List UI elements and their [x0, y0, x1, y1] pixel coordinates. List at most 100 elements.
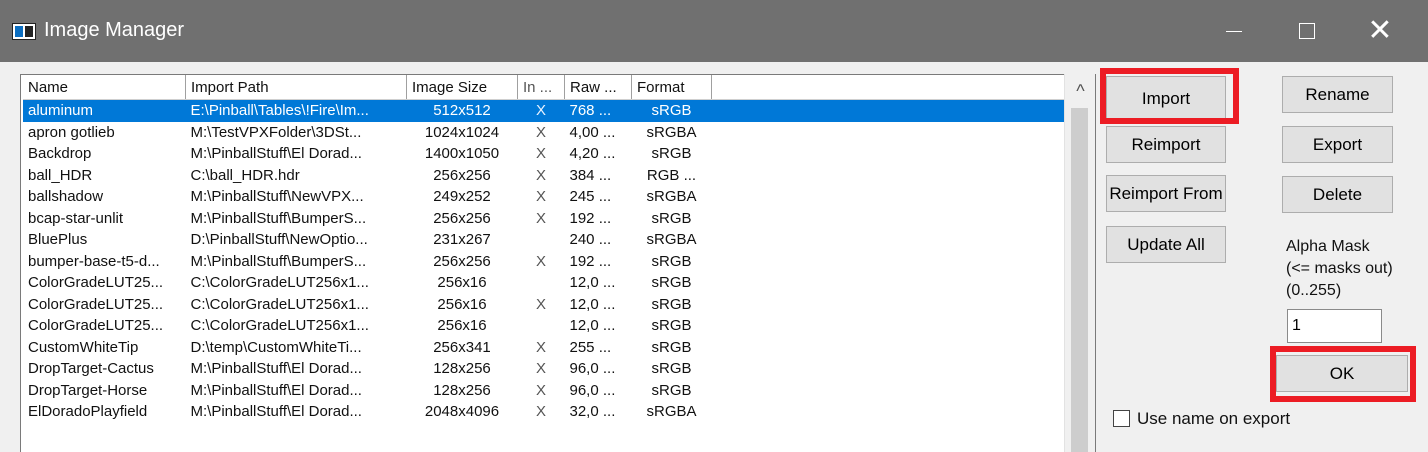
cell-image-size: 512x512 [406, 99, 518, 122]
scroll-thumb[interactable] [1071, 108, 1088, 452]
cell-format: sRGB [651, 317, 692, 335]
cell-image-size: 128x256 [433, 381, 491, 399]
rename-button[interactable]: Rename [1282, 76, 1393, 113]
cell-empty [712, 358, 1073, 380]
table-row[interactable]: apron gotlieb M:\TestVPXFolder\3DSt... 102… [23, 122, 1072, 144]
column-header-import-path[interactable]: Import Path [185, 75, 407, 100]
close-button[interactable]: ✕ [1344, 0, 1416, 62]
update-all-button[interactable]: Update All [1106, 226, 1226, 263]
cell-import-path: C:\ball_HDR.hdr [190, 166, 300, 184]
cell-in: X [517, 99, 565, 122]
cell-raw: 192 ... [569, 209, 612, 227]
cell-name: ColorGradeLUT25... [28, 295, 164, 313]
cell-import-path: M:\PinballStuff\El Dorad... [190, 145, 362, 163]
window-title: Image Manager [44, 19, 185, 41]
app-icon [12, 23, 36, 40]
table-row[interactable]: ColorGradeLUT25... C:\ColorGradeLUT256x1.… [23, 294, 1072, 316]
minimize-icon [1226, 31, 1242, 32]
export-button[interactable]: Export [1282, 126, 1393, 163]
table-row[interactable]: Backdrop M:\PinballStuff\El Dorad... 1400x… [23, 143, 1072, 165]
table-row[interactable]: BluePlus D:\PinballStuff\NewOptio... 231x2… [23, 229, 1072, 251]
list-scrollbar[interactable]: ^ [1064, 74, 1095, 452]
delete-button[interactable]: Delete [1282, 176, 1393, 213]
cell-empty [712, 186, 1073, 208]
alpha-mask-hint: (<= masks out) [1286, 260, 1393, 277]
column-header-name[interactable]: Name [23, 75, 186, 100]
cell-import-path: C:\ColorGradeLUT256x1... [190, 274, 369, 292]
table-row[interactable]: DropTarget-Horse M:\PinballStuff\El Dorad… [23, 380, 1072, 402]
table-row[interactable]: bumper-base-t5-d... M:\PinballStuff\Bumpe… [23, 251, 1072, 273]
cell-format: sRGB [651, 381, 692, 399]
cell-in: X [535, 188, 546, 206]
cell-name: bumper-base-t5-d... [28, 252, 160, 270]
maximize-button[interactable] [1271, 0, 1343, 62]
cell-name: aluminum [23, 99, 186, 122]
cell-format: sRGB [651, 145, 692, 163]
table-row[interactable]: ElDoradoPlayfield M:\PinballStuff\El Dora… [23, 401, 1072, 423]
cell-in: X [535, 123, 546, 141]
column-header-in[interactable]: In ... [517, 75, 565, 100]
scroll-up-icon[interactable]: ^ [1065, 74, 1096, 108]
cell-raw: 96,0 ... [569, 360, 616, 378]
cell-name: BluePlus [28, 231, 88, 249]
use-name-on-export-label[interactable]: Use name on export [1137, 408, 1290, 430]
cell-format: sRGB [631, 99, 712, 122]
cell-in: X [535, 166, 546, 184]
table-row[interactable]: ColorGradeLUT25... C:\ColorGradeLUT256x1.… [23, 315, 1072, 337]
image-list[interactable]: Name Import Path Image Size In ... Raw .… [20, 74, 1096, 452]
table-row[interactable]: bcap-star-unlit M:\PinballStuff\BumperS..… [23, 208, 1072, 230]
cell-format: sRGB [651, 252, 692, 270]
use-name-checkbox-icon[interactable] [1113, 410, 1130, 427]
cell-raw: 240 ... [569, 231, 612, 249]
column-header-format[interactable]: Format [631, 75, 712, 100]
cell-raw: 12,0 ... [569, 317, 616, 335]
cell-empty [712, 251, 1073, 273]
table-row[interactable]: ColorGradeLUT25... C:\ColorGradeLUT256x1.… [23, 272, 1072, 294]
cell-raw: 4,20 ... [569, 145, 616, 163]
cell-import-path: M:\PinballStuff\BumperS... [190, 209, 367, 227]
table-row[interactable]: aluminum E:\Pinball\Tables\!Fire\Im... 512… [23, 99, 1072, 122]
cell-image-size: 256x16 [437, 274, 487, 292]
minimize-button[interactable] [1198, 0, 1270, 62]
cell-in: X [535, 295, 546, 313]
cell-raw: 192 ... [569, 252, 612, 270]
cell-import-path: D:\PinballStuff\NewOptio... [190, 231, 368, 249]
reimport-from-button[interactable]: Reimport From [1106, 175, 1226, 212]
cell-name: ColorGradeLUT25... [28, 274, 164, 292]
cell-image-size: 256x16 [437, 295, 487, 313]
reimport-button[interactable]: Reimport [1106, 126, 1226, 163]
cell-empty [712, 337, 1073, 359]
column-header-raw[interactable]: Raw ... [564, 75, 632, 100]
alpha-mask-label: Alpha Mask [1286, 238, 1370, 255]
cell-image-size: 2048x4096 [424, 403, 500, 421]
cell-import-path: M:\PinballStuff\BumperS... [190, 252, 367, 270]
cell-in: X [535, 403, 546, 421]
cell-name: apron gotlieb [28, 123, 115, 141]
table-row[interactable]: ballshadow M:\PinballStuff\NewVPX... 249x2… [23, 186, 1072, 208]
maximize-icon [1299, 23, 1315, 39]
cell-image-size: 1400x1050 [424, 145, 500, 163]
cell-empty [712, 380, 1073, 402]
cell-name: CustomWhiteTip [28, 338, 139, 356]
cell-in: X [535, 252, 546, 270]
cell-in [518, 229, 565, 251]
alpha-mask-input[interactable]: 1 [1287, 309, 1382, 343]
cell-empty [712, 315, 1073, 337]
table-row[interactable]: CustomWhiteTip D:\temp\CustomWhiteTi... 25… [23, 337, 1072, 359]
cell-raw: 12,0 ... [569, 295, 616, 313]
table-row[interactable]: DropTarget-Cactus M:\PinballStuff\El Dora… [23, 358, 1072, 380]
cell-raw: 96,0 ... [569, 381, 616, 399]
cell-name: Backdrop [28, 145, 92, 163]
alpha-mask-range: (0..255) [1286, 282, 1342, 299]
cell-format: sRGBA [646, 123, 697, 141]
title-bar[interactable]: Image Manager ✕ [0, 0, 1428, 62]
table-row[interactable]: ball_HDR C:\ball_HDR.hdr 256x256 X 384 ... RG… [23, 165, 1072, 187]
cell-import-path: C:\ColorGradeLUT256x1... [190, 295, 369, 313]
cell-import-path: M:\PinballStuff\El Dorad... [190, 381, 362, 399]
cell-empty [712, 143, 1073, 165]
cell-raw: 245 ... [569, 188, 612, 206]
list-header: Name Import Path Image Size In ... Raw .… [23, 75, 1072, 100]
cell-import-path: E:\Pinball\Tables\!Fire\Im... [185, 99, 407, 122]
cell-raw: 384 ... [569, 166, 612, 184]
column-header-image-size[interactable]: Image Size [406, 75, 518, 100]
